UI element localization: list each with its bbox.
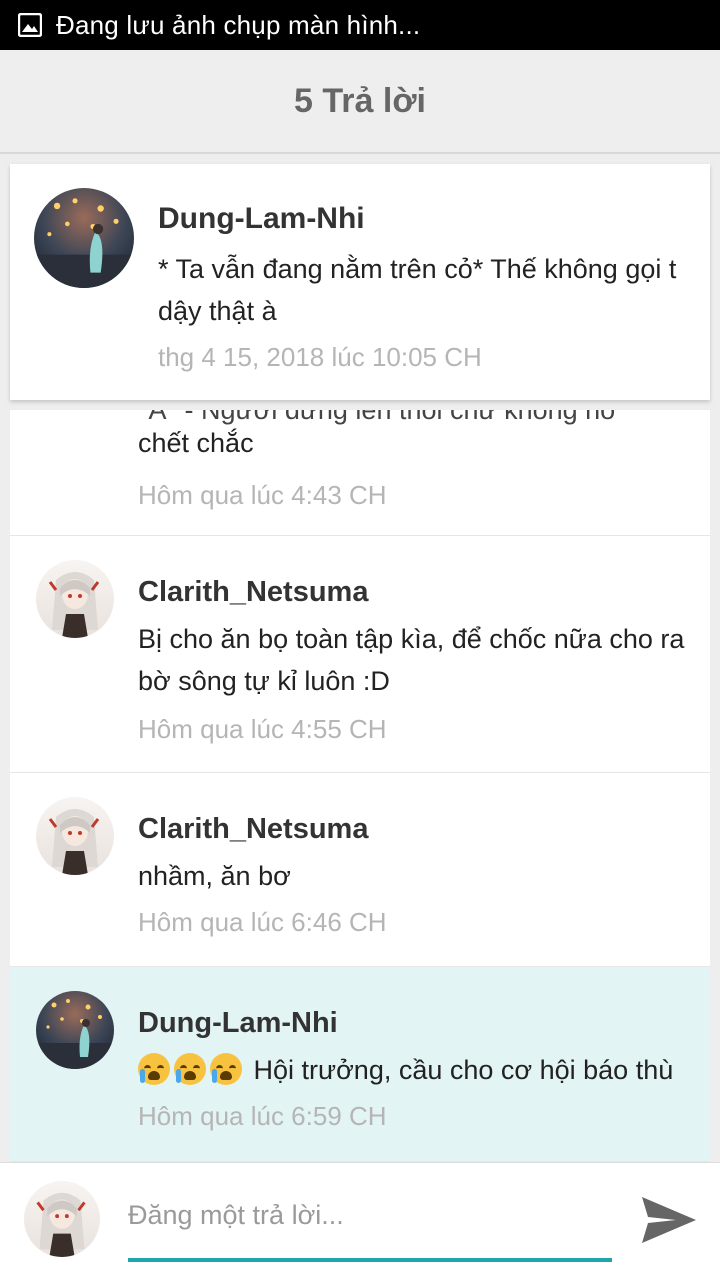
avatar[interactable] [36, 797, 114, 875]
avatar[interactable] [34, 188, 134, 288]
comment-time: thg 4 15, 2018 lúc 10:05 CH [158, 342, 482, 372]
list-item[interactable]: *Á* - Ngươi đứng lên thôi chứ không nó c… [10, 410, 710, 536]
reply-text-cut: *Á* - Ngươi đứng lên thôi chứ không nó [138, 410, 616, 425]
reply-text: Bị cho ăn bọ toàn tập kìa, để chốc nữa c… [138, 624, 685, 696]
avatar[interactable] [36, 560, 114, 638]
reply-time: Hôm qua lúc 6:46 CH [138, 907, 387, 937]
reply-text: nhầm, ăn bơ [138, 861, 291, 891]
reply-time: Hôm qua lúc 4:43 CH [138, 480, 387, 510]
status-bar: Đang lưu ảnh chụp màn hình... [0, 0, 720, 50]
avatar [24, 1181, 100, 1257]
image-icon [18, 13, 42, 37]
send-icon[interactable] [640, 1191, 698, 1249]
reply-author[interactable]: Clarith_Netsuma [138, 813, 368, 846]
status-text: Đang lưu ảnh chụp màn hình... [56, 9, 421, 40]
reply-time: Hôm qua lúc 4:55 CH [138, 714, 387, 744]
replies-list[interactable]: *Á* - Ngươi đứng lên thôi chứ không nó c… [10, 410, 710, 1162]
crying-face-icon [210, 1053, 242, 1085]
reply-text-with-emoji: Hội trưởng, cầu cho cơ hội báo thù [138, 1049, 698, 1091]
reply-author[interactable]: Clarith_Netsuma [138, 576, 368, 609]
reply-time: Hôm qua lúc 6:59 CH [138, 1101, 387, 1131]
avatar[interactable] [36, 991, 114, 1069]
replies-header: 5 Trả lời [0, 50, 720, 154]
reply-input[interactable] [128, 1193, 612, 1237]
comment-author[interactable]: Dung-Lam-Nhi [158, 202, 365, 236]
reply-text: Hội trưởng, cầu cho cơ hội báo thù [253, 1055, 674, 1085]
original-comment-card[interactable]: Dung-Lam-Nhi * Ta vẫn đang nằm trên cỏ* … [10, 164, 710, 400]
list-item[interactable]: Dung-Lam-Nhi Hội trưởng, cầu cho cơ hội … [10, 967, 710, 1162]
reply-composer [0, 1162, 720, 1280]
list-item[interactable]: Clarith_Netsuma Bị cho ăn bọ toàn tập kì… [10, 536, 710, 773]
crying-face-icon [138, 1053, 170, 1085]
page-title: 5 Trả lời [294, 81, 426, 120]
list-item[interactable]: Clarith_Netsuma nhầm, ăn bơ Hôm qua lúc … [10, 773, 710, 967]
comment-text: * Ta vẫn đang nằm trên cỏ* Thế không gọi… [158, 254, 677, 326]
crying-face-icon [174, 1053, 206, 1085]
input-underline [128, 1258, 612, 1262]
reply-text: chết chắc [138, 428, 254, 458]
reply-author[interactable]: Dung-Lam-Nhi [138, 1007, 338, 1040]
